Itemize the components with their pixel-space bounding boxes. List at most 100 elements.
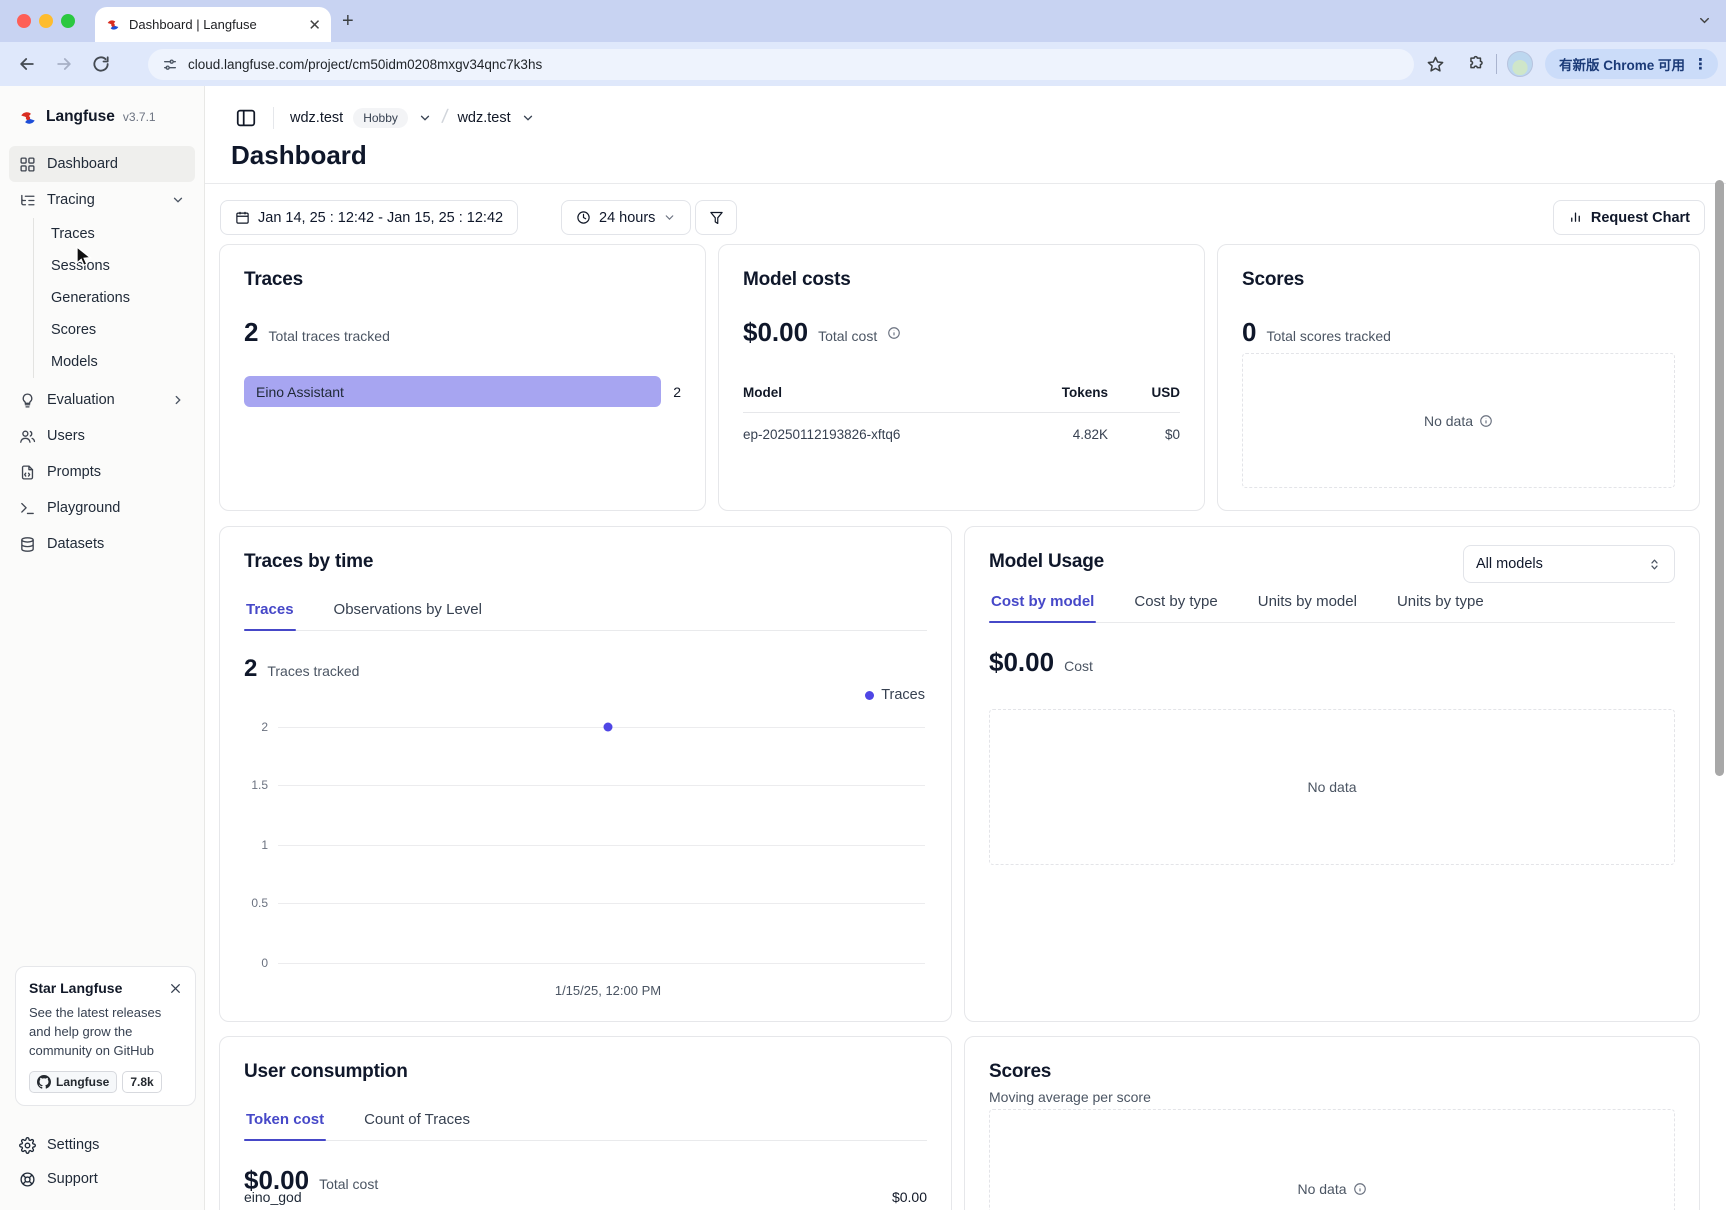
bar-chart-icon: [1568, 210, 1583, 225]
sidebar-item-datasets[interactable]: Datasets: [9, 526, 195, 562]
no-data-label: No data: [1307, 779, 1356, 795]
chevron-down-icon[interactable]: [418, 111, 432, 125]
sidebar-item-dashboard[interactable]: Dashboard: [9, 146, 195, 182]
date-range-picker[interactable]: Jan 14, 25 : 12:42 - Jan 15, 25 : 12:42: [220, 200, 518, 235]
chrome-update-button[interactable]: 有新版 Chrome 可用 ⋮: [1545, 49, 1718, 79]
sidebar-item-settings[interactable]: Settings: [9, 1128, 195, 1162]
scores-moving-average-card: Scores Moving average per score No data: [964, 1036, 1700, 1210]
tab-units-by-model[interactable]: Units by model: [1256, 585, 1359, 622]
mouse-cursor: [76, 246, 94, 268]
scores-card: Scores 0 Total scores tracked No data: [1217, 244, 1700, 511]
page-title: Dashboard: [231, 140, 367, 171]
brand-row[interactable]: Langfuse v3.7.1: [0, 86, 204, 146]
close-icon[interactable]: [169, 982, 182, 995]
tab-cost-by-type[interactable]: Cost by type: [1132, 585, 1219, 622]
tab-count-of-traces[interactable]: Count of Traces: [362, 1103, 472, 1140]
sidebar-item-scores[interactable]: Scores: [34, 314, 204, 346]
macos-zoom-button[interactable]: [61, 14, 75, 28]
site-settings-icon[interactable]: [162, 57, 178, 73]
sidebar-item-generations[interactable]: Generations: [34, 282, 204, 314]
star-card-title: Star Langfuse: [29, 980, 122, 996]
card-title: Model costs: [743, 269, 1180, 291]
tab-cost-by-model[interactable]: Cost by model: [989, 585, 1096, 622]
trace-bar[interactable]: Eino Assistant: [244, 376, 661, 407]
empty-state: No data: [989, 709, 1675, 865]
extensions-icon[interactable]: [1467, 55, 1486, 74]
request-chart-label: Request Chart: [1591, 210, 1690, 226]
sidebar-item-label: Datasets: [47, 536, 104, 552]
traces-chart: 2 1.5 1 0.5 0 1/15/25, 12:00 PM: [278, 721, 925, 973]
star-card-body: See the latest releases and help grow th…: [29, 1004, 182, 1061]
trace-bar-row[interactable]: Eino Assistant 2: [244, 376, 681, 407]
macos-close-button[interactable]: [17, 14, 31, 28]
card-title: Scores: [1242, 269, 1675, 291]
new-tab-button[interactable]: +: [342, 12, 354, 30]
sidebar-item-prompts[interactable]: Prompts: [9, 454, 195, 490]
langfuse-favicon-icon: [105, 17, 121, 33]
sidebar-item-label: Settings: [47, 1137, 99, 1153]
sidebar-item-label: Support: [47, 1171, 98, 1187]
profile-avatar[interactable]: [1507, 51, 1533, 77]
sidebar-toggle-icon[interactable]: [235, 107, 257, 129]
card-title: Traces by time: [244, 551, 927, 573]
info-icon[interactable]: [887, 326, 901, 340]
sidebar-item-support[interactable]: Support: [9, 1162, 195, 1196]
traces-card: Traces 2 Total traces tracked Eino Assis…: [219, 244, 706, 511]
vertical-scrollbar[interactable]: [1715, 180, 1724, 776]
sidebar-item-evaluation[interactable]: Evaluation: [9, 382, 195, 418]
card-title: Traces: [244, 269, 681, 291]
title-divider: [205, 183, 1726, 184]
breadcrumb: wdz.test Hobby / wdz.test: [235, 106, 535, 129]
tab-token-cost[interactable]: Token cost: [244, 1103, 326, 1140]
github-repo-label: Langfuse: [56, 1075, 109, 1089]
tab-search-chevron-icon[interactable]: [1697, 13, 1712, 28]
tab-close-icon[interactable]: ✕: [308, 16, 321, 34]
forward-button[interactable]: [54, 54, 74, 74]
tab-units-by-type[interactable]: Units by type: [1395, 585, 1486, 622]
traces-by-time-card: Traces by time Traces Observations by Le…: [219, 526, 952, 1022]
gear-icon: [19, 1137, 36, 1154]
sidebar-item-sessions[interactable]: Sessions: [34, 250, 204, 282]
sidebar-item-label: Prompts: [47, 464, 101, 480]
sidebar-item-models[interactable]: Models: [34, 346, 204, 378]
browser-tab[interactable]: Dashboard | Langfuse ✕: [95, 7, 331, 42]
traces-total-label: Total traces tracked: [268, 328, 389, 344]
reload-button[interactable]: [91, 54, 111, 74]
org-name[interactable]: wdz.test: [290, 110, 343, 126]
github-star-count[interactable]: 7.8k: [122, 1071, 161, 1093]
tab-traces[interactable]: Traces: [244, 593, 296, 630]
back-button[interactable]: [17, 54, 37, 74]
project-name[interactable]: wdz.test: [457, 110, 510, 126]
info-icon[interactable]: [1479, 414, 1493, 428]
model-costs-table: Model Tokens USD ep-20250112193826-xftq6…: [743, 385, 1180, 442]
filter-button[interactable]: [695, 200, 737, 235]
info-icon[interactable]: [1353, 1182, 1367, 1196]
card-subtitle: Moving average per score: [989, 1089, 1675, 1105]
sidebar-item-users[interactable]: Users: [9, 418, 195, 454]
github-repo-badge[interactable]: Langfuse: [29, 1071, 117, 1093]
chevron-down-icon[interactable]: [521, 111, 535, 125]
breadcrumb-slash: /: [440, 106, 449, 130]
sidebar-item-tracing[interactable]: Tracing: [9, 182, 195, 218]
tab-observations-by-level[interactable]: Observations by Level: [332, 593, 484, 630]
data-point-traces[interactable]: [603, 723, 612, 732]
bookmark-star-icon[interactable]: [1426, 55, 1445, 74]
toolbar-right: 有新版 Chrome 可用 ⋮: [1426, 42, 1726, 86]
address-bar[interactable]: cloud.langfuse.com/project/cm50idm0208mx…: [148, 49, 1414, 80]
clock-icon: [576, 210, 591, 225]
model-filter-select[interactable]: All models: [1463, 545, 1675, 583]
macos-minimize-button[interactable]: [39, 14, 53, 28]
funnel-icon: [709, 210, 724, 225]
table-row[interactable]: ep-20250112193826-xftq6 4.82K $0: [743, 413, 1180, 442]
request-chart-button[interactable]: Request Chart: [1553, 200, 1705, 235]
sidebar-item-traces[interactable]: Traces: [34, 218, 204, 250]
chevron-down-icon: [663, 210, 676, 225]
sidebar-item-playground[interactable]: Playground: [9, 490, 195, 526]
model-costs-card: Model costs $0.00 Total cost Model Token…: [718, 244, 1205, 511]
interval-select[interactable]: 24 hours: [561, 200, 691, 235]
langfuse-app: Langfuse v3.7.1 Dashboard Tracing Traces…: [0, 86, 1726, 1210]
model-name: ep-20250112193826-xftq6: [743, 427, 1018, 442]
consumption-row[interactable]: eino_god $0.00: [244, 1189, 927, 1205]
traces-tracked-label: Traces tracked: [267, 663, 359, 679]
browser-menu-icon[interactable]: ⋮: [1693, 55, 1708, 73]
